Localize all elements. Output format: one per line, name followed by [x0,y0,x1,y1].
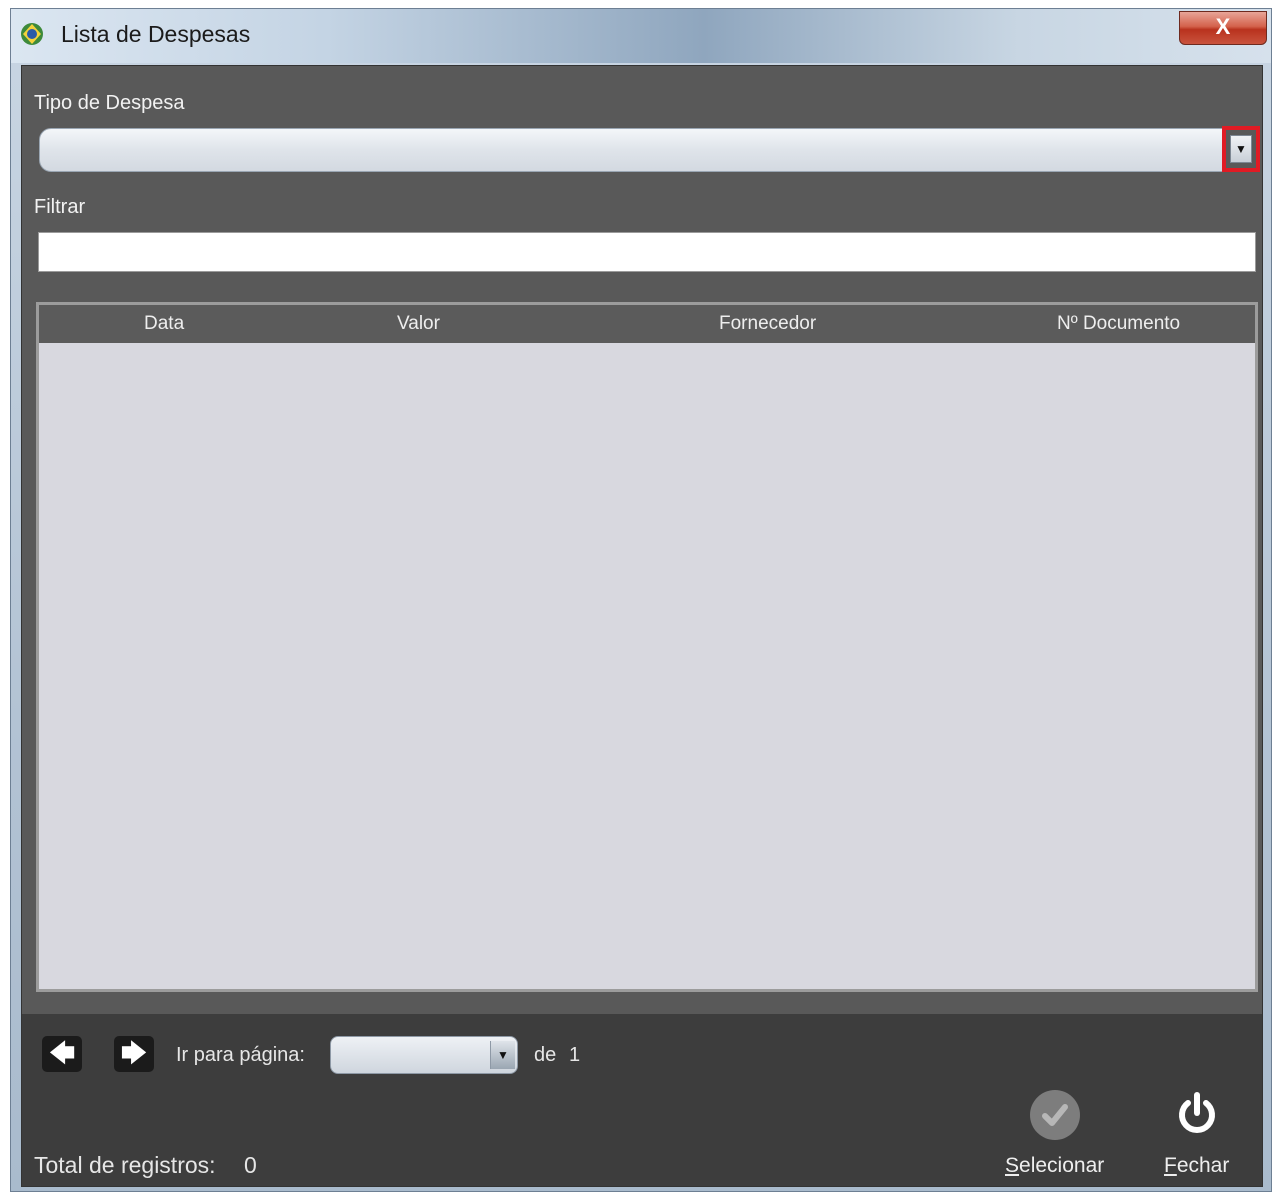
bottom-bar: 🡄 🡆 Ir para página: ▼ de 1 Total de regi… [22,1014,1262,1186]
column-header-data[interactable]: Data [144,313,184,335]
power-icon[interactable] [1172,1088,1222,1138]
table-header: Data Valor Fornecedor Nº Documento [39,305,1255,343]
main-panel: Tipo de Despesa ▼ Filtrar Data Valor For… [21,65,1263,1187]
goto-page-label: Ir para página: [176,1044,305,1066]
close-window-button[interactable]: X [1179,11,1267,45]
de-label: de [534,1044,557,1066]
total-pages: 1 [569,1044,581,1066]
arrow-right-icon[interactable]: 🡆 [114,1036,154,1072]
page-combobox[interactable]: ▼ [330,1036,518,1074]
fechar-button[interactable]: Fechar [1164,1154,1229,1178]
chevron-down-icon[interactable]: ▼ [490,1041,515,1069]
total-registros-value: 0 [244,1152,257,1178]
tipo-despesa-dropdown-highlight[interactable]: ▼ [1222,126,1260,172]
selecionar-button[interactable]: Selecionar [1005,1154,1104,1178]
tipo-despesa-combobox[interactable] [39,128,1239,172]
filtrar-input[interactable] [38,232,1256,272]
column-header-fornecedor[interactable]: Fornecedor [719,313,816,335]
window-title: Lista de Despesas [61,21,251,47]
table-body [39,343,1255,989]
app-globe-icon [21,23,43,45]
despesas-table[interactable]: Data Valor Fornecedor Nº Documento [36,302,1258,992]
column-header-documento[interactable]: Nº Documento [1057,313,1180,335]
checkmark-icon[interactable] [1030,1090,1080,1140]
chevron-down-icon[interactable]: ▼ [1230,135,1252,163]
filtrar-label: Filtrar [34,196,86,218]
total-registros-label: Total de registros: [34,1152,216,1178]
tipo-despesa-label: Tipo de Despesa [34,92,185,114]
dialog-window: Lista de Despesas X Tipo de Despesa ▼ Fi… [10,8,1272,1192]
title-bar: Lista de Despesas X [11,9,1271,63]
column-header-valor[interactable]: Valor [397,313,440,335]
arrow-left-icon[interactable]: 🡄 [42,1036,82,1072]
